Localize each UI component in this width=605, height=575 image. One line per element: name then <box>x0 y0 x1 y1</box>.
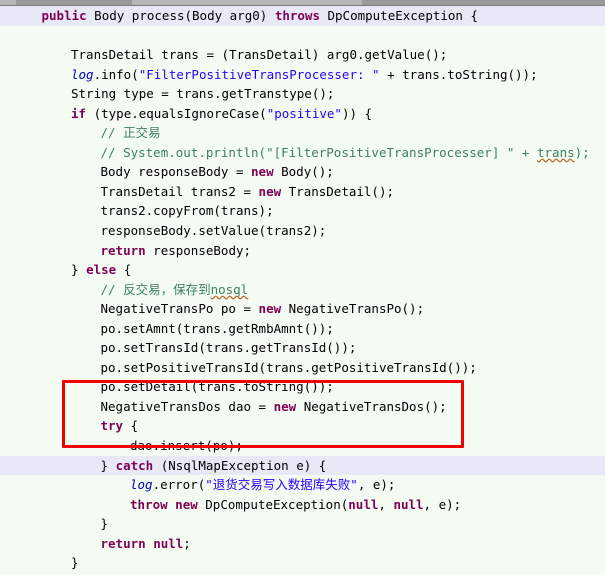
code-token-plain: NegativeTransDos(); <box>296 398 447 414</box>
code-line[interactable]: // 反交易，保存到nosql <box>0 280 605 300</box>
code-line[interactable]: } else { <box>0 260 605 280</box>
code-token-plain: String type = trans.getTranstype(); <box>71 86 335 102</box>
code-line[interactable]: if (type.equalsIgnoreCase("positive")) { <box>0 104 605 124</box>
code-token-plain: NegativeTransPo po = <box>100 301 259 317</box>
code-token-kw: catch <box>115 457 154 473</box>
code-token-plain: responseBody; <box>145 242 252 258</box>
code-token-plain: dao.insert(po); <box>130 438 243 454</box>
code-token-kw: null <box>393 496 424 512</box>
code-token-plain: po.setAmnt(trans.getRmbAmnt()); <box>100 320 334 336</box>
code-text-area[interactable]: public Body process(Body arg0) throws Dp… <box>0 6 605 575</box>
code-token-plain: DpComputeException { <box>319 8 479 23</box>
code-token-plain: po.setPositiveTransId(trans.getPositiveT… <box>100 359 477 375</box>
code-line[interactable]: try { <box>0 416 605 436</box>
code-line[interactable]: return null; <box>0 534 605 554</box>
code-token-plain: (type.equalsIgnoreCase( <box>86 105 267 121</box>
code-line[interactable]: public Body process(Body arg0) throws Dp… <box>0 6 605 26</box>
code-token-kw: new <box>273 398 297 414</box>
code-token-plain: , e); <box>423 496 462 512</box>
code-token-plain: } <box>100 516 109 532</box>
code-line[interactable]: po.setDetail(trans.toString()); <box>0 377 605 397</box>
code-line[interactable]: po.setAmnt(trans.getRmbAmnt()); <box>0 319 605 339</box>
code-token-kw: new <box>258 301 282 317</box>
code-token-fld: log <box>130 477 153 493</box>
code-token-plain: responseBody.setValue(trans2); <box>100 223 327 239</box>
code-token-kw: new <box>175 496 198 512</box>
code-token-plain: .info( <box>93 66 139 82</box>
code-line[interactable]: log.error("退货交易写入数据库失败", e); <box>0 475 605 495</box>
code-line[interactable]: NegativeTransDos dao = new NegativeTrans… <box>0 397 605 417</box>
code-token-str: "退货交易写入数据库失败" <box>205 477 358 493</box>
code-line[interactable] <box>0 26 605 46</box>
code-token-plain: )) { <box>341 105 373 121</box>
code-token-plain: po.setTransId(trans.getTransId()); <box>100 340 357 356</box>
code-token-kw: if <box>71 105 87 121</box>
code-line[interactable]: // System.out.println("[FilterPositiveTr… <box>0 143 605 163</box>
code-line[interactable]: TransDetail trans = (TransDetail) arg0.g… <box>0 45 605 65</box>
code-token-cmt: // 反交易，保存到 <box>100 281 211 297</box>
code-line[interactable]: String type = trans.getTranstype(); <box>0 84 605 104</box>
code-line[interactable]: TransDetail trans2 = new TransDetail(); <box>0 182 605 202</box>
code-line[interactable]: po.setTransId(trans.getTransId()); <box>0 338 605 358</box>
screenshot-root: public Body process(Body arg0) throws Dp… <box>0 0 605 575</box>
code-token-kw: throws <box>274 8 320 23</box>
code-token-kw: else <box>86 262 117 278</box>
code-token-plain: ; <box>183 535 191 551</box>
code-token-str: "FilterPositiveTransProcesser: " <box>138 66 380 82</box>
code-token-plain: , <box>378 496 394 512</box>
code-line[interactable]: Body responseBody = new Body(); <box>0 162 605 182</box>
code-line[interactable]: dao.insert(po); <box>0 436 605 456</box>
code-line[interactable]: log.info("FilterPositiveTransProcesser: … <box>0 65 605 85</box>
code-token-plain: .error( <box>152 477 206 493</box>
code-token-fld: log <box>71 66 94 82</box>
code-token-kw: return <box>100 535 146 551</box>
code-token-cmt: // 正交易 <box>100 125 161 141</box>
code-token-kw: try <box>100 418 124 434</box>
code-token-kw: new <box>251 164 274 180</box>
code-token-plain: { <box>116 262 132 278</box>
code-token-plain: Body(); <box>273 164 334 180</box>
code-line[interactable]: throw new DpComputeException(null, null,… <box>0 495 605 515</box>
code-token-cmt-sq: nosql <box>210 281 249 297</box>
code-token-plain: + trans.toString()); <box>379 66 538 82</box>
code-line[interactable]: po.setPositiveTransId(trans.getPositiveT… <box>0 358 605 378</box>
code-token-cmt: ); <box>574 144 590 160</box>
code-editor[interactable]: public Body process(Body arg0) throws Dp… <box>0 6 605 575</box>
code-token-str: "positive" <box>266 105 342 121</box>
code-token-kw: public <box>41 8 87 23</box>
code-line[interactable]: return responseBody; <box>0 241 605 261</box>
code-token-plain: { <box>123 418 139 434</box>
code-token-kw: return <box>100 242 146 258</box>
code-line[interactable]: } catch (NsqlMapException e) { <box>0 455 605 476</box>
code-line[interactable]: // 正交易 <box>0 123 605 143</box>
code-token-kw: throw <box>130 496 168 512</box>
code-token-plain: TransDetail trans2 = <box>100 183 259 199</box>
code-token-cmt: // System.out.println("[FilterPositiveTr… <box>100 144 537 160</box>
code-token-plain: trans2.copyFrom(trans); <box>100 203 274 219</box>
code-token-plain: NegativeTransPo(); <box>281 301 425 317</box>
code-line[interactable]: } <box>0 553 605 573</box>
code-token-plain: NegativeTransDos dao = <box>100 398 274 414</box>
code-token-plain: } <box>71 262 87 278</box>
code-line[interactable]: responseBody.setValue(trans2); <box>0 221 605 241</box>
code-line[interactable]: trans2.copyFrom(trans); <box>0 201 605 221</box>
code-token-plain: Body responseBody = <box>100 164 252 180</box>
code-token-plain: TransDetail trans = (TransDetail) arg0.g… <box>71 47 448 63</box>
code-token-kw: new <box>258 183 282 199</box>
code-token-kw: null <box>153 535 184 551</box>
code-line[interactable]: } <box>0 514 605 534</box>
code-token-plain: TransDetail(); <box>281 183 395 199</box>
code-line[interactable]: NegativeTransPo po = new NegativeTransPo… <box>0 299 605 319</box>
code-token-cmt-sq: trans <box>537 144 575 160</box>
code-token-kw: null <box>348 496 379 512</box>
code-token-plain: po.setDetail(trans.toString()); <box>100 379 334 395</box>
code-token-plain: } <box>71 555 79 571</box>
code-token-plain: (NsqlMapException e) { <box>153 457 327 473</box>
code-token-plain: , e); <box>357 477 396 493</box>
code-token-plain: } <box>100 457 116 473</box>
code-token-plain: Body process(Body arg0) <box>86 8 275 23</box>
code-token-plain: DpComputeException( <box>197 496 349 512</box>
